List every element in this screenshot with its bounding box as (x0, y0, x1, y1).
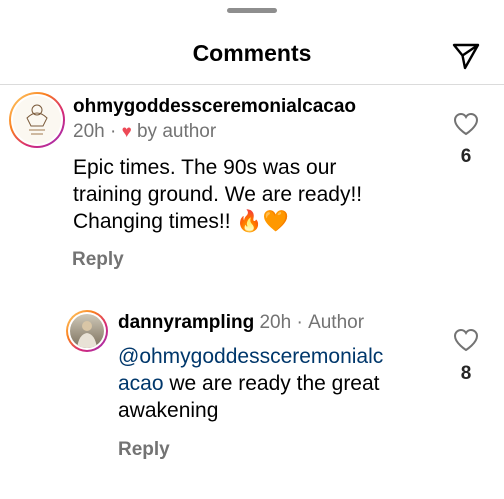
comment-username[interactable]: ohmygoddessceremonialcacao (73, 96, 356, 118)
heart-icon: ♥ (121, 122, 132, 141)
reply-button[interactable]: Reply (72, 249, 124, 271)
mention-link[interactable]: acao (118, 372, 164, 395)
reply-username-text[interactable]: dannyrampling (118, 312, 254, 333)
header-divider (0, 84, 504, 85)
user-photo (70, 314, 104, 348)
separator-dot: · (109, 121, 117, 142)
liked-by-author: by author (136, 121, 217, 142)
reply-text-line: awakening (118, 399, 219, 422)
author-badge: Author (308, 312, 365, 333)
reply-button[interactable]: Reply (118, 439, 170, 461)
share-icon[interactable] (450, 40, 482, 72)
mention-link[interactable]: @ohmygoddessceremonialc (118, 345, 383, 368)
comments-header: Comments (0, 28, 504, 82)
reply-time: 20h (259, 312, 292, 333)
reply-text: @ohmygoddessceremonialc acao we are read… (118, 343, 383, 424)
avatar[interactable] (9, 92, 65, 148)
sheet-grabber[interactable] (227, 8, 277, 13)
comment-text: Epic times. The 90s was our training gro… (73, 154, 362, 235)
heart-outline-icon[interactable] (453, 112, 479, 136)
comment-meta: 20h · ♥ by author (73, 121, 216, 143)
page-title: Comments (192, 40, 312, 66)
comment-text-line: Epic times. The 90s was our (73, 156, 337, 179)
comment-time: 20h (73, 121, 105, 142)
goddess-logo-icon (13, 96, 61, 144)
avatar[interactable] (66, 310, 108, 352)
like-count: 8 (460, 363, 472, 384)
like-count: 6 (460, 146, 472, 167)
comment-text-line: training ground. We are ready!! (73, 183, 363, 206)
comment-text-line: Changing times!! 🔥🧡 (73, 210, 289, 233)
heart-outline-icon[interactable] (453, 328, 479, 352)
separator-dot: · (296, 312, 303, 333)
reply-text-line: we are ready the great (163, 372, 380, 395)
reply-username: dannyrampling 20h · Author (118, 312, 364, 334)
